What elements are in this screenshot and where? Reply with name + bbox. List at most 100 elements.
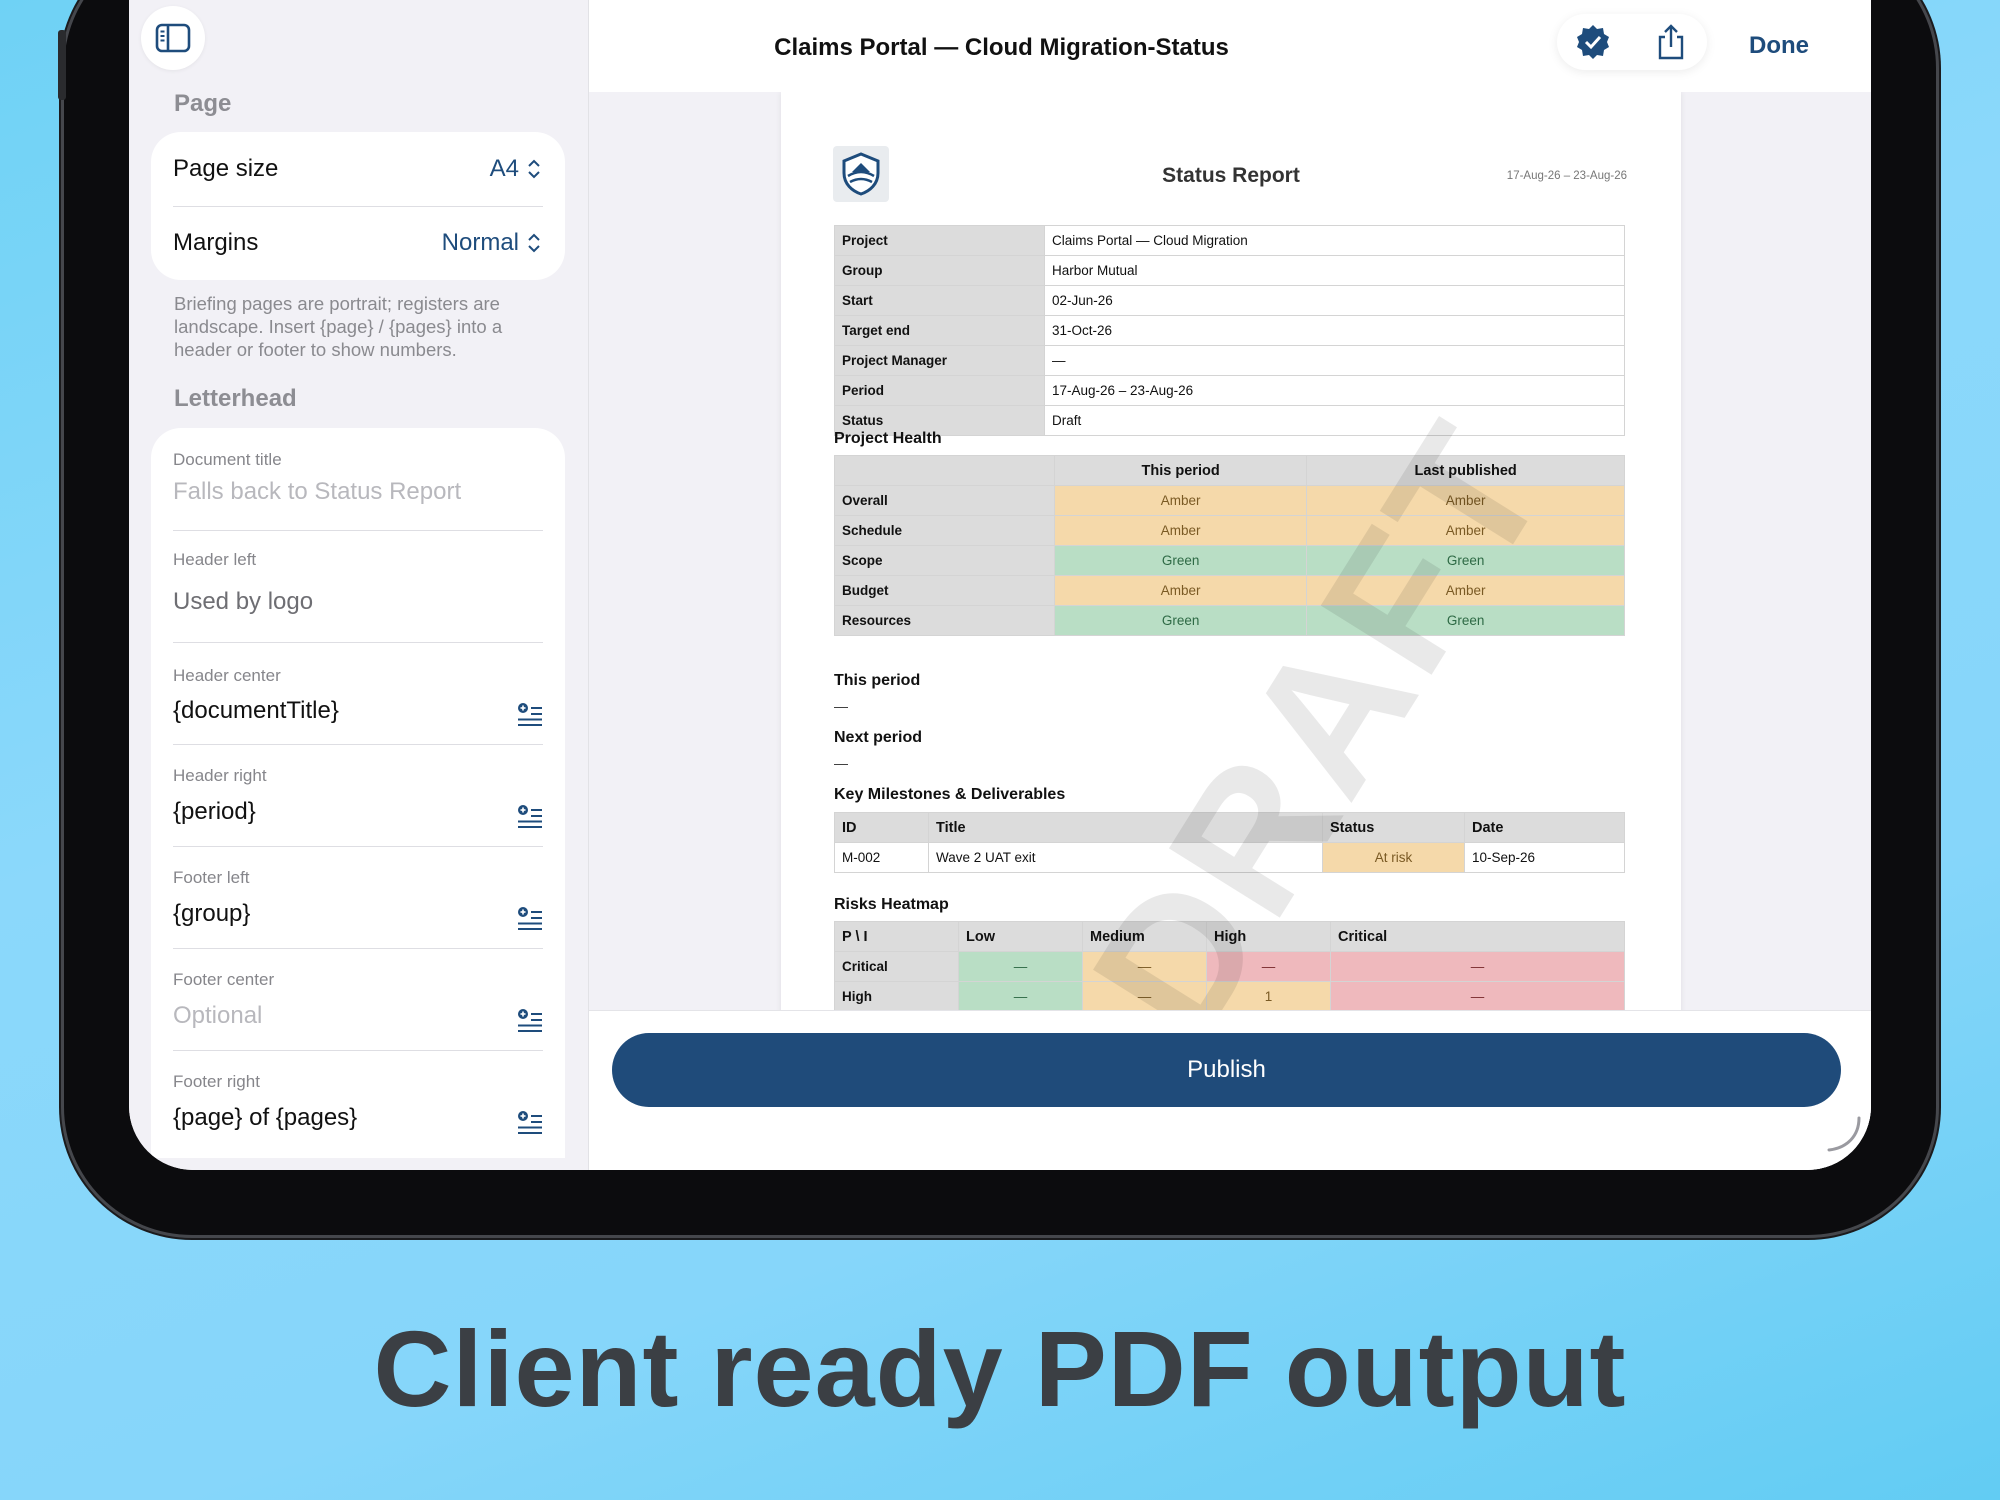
header-center-input[interactable]: {documentTitle} (173, 697, 339, 725)
app-screen: Page Page size A4 Margins Normal Briefin… (129, 0, 1871, 1170)
footer-left-field[interactable]: Footer left {group} (173, 846, 543, 946)
risk-cell: — (1330, 981, 1625, 1010)
next-period-value: — (834, 755, 848, 771)
health-label: Resources (834, 605, 1055, 636)
info-value: Claims Portal — Cloud Migration (1044, 225, 1625, 256)
table-row: Project Manager — (834, 345, 1625, 376)
insert-token-icon[interactable] (517, 804, 543, 828)
info-value: Harbor Mutual (1044, 255, 1625, 286)
publish-button[interactable]: Publish (612, 1033, 1841, 1107)
field-label: Header left (173, 550, 257, 569)
device-side-button (58, 30, 66, 100)
info-label: Group (834, 255, 1045, 286)
field-label: Document title (173, 450, 282, 469)
share-button[interactable] (1651, 22, 1691, 62)
risks-heatmap-title: Risks Heatmap (834, 896, 949, 913)
this-period-value: — (834, 698, 848, 714)
verify-button[interactable] (1573, 22, 1613, 62)
info-label: Target end (834, 315, 1045, 346)
done-button[interactable]: Done (1749, 32, 1809, 60)
footer-right-field[interactable]: Footer right {page} of {pages} (173, 1050, 543, 1150)
info-label: Start (834, 285, 1045, 316)
health-label: Schedule (834, 515, 1055, 546)
page-settings-card: Page size A4 Margins Normal (151, 132, 565, 280)
document-preview[interactable]: Status Report 17-Aug-26 – 23-Aug-26 Proj… (589, 92, 1871, 1010)
insert-token-icon[interactable] (517, 906, 543, 930)
sidebar-toggle-button[interactable] (141, 6, 205, 70)
chevron-up-down-icon (528, 233, 540, 253)
report-period-range: 17-Aug-26 – 23-Aug-26 (1506, 170, 1627, 182)
margins-label: Margins (173, 229, 259, 256)
window-title: Claims Portal — Cloud Migration-Status (774, 34, 1229, 61)
document-title-field[interactable]: Document title Falls back to Status Repo… (173, 428, 543, 530)
page-hint-text: Briefing pages are portrait; registers a… (174, 293, 503, 360)
table-row: Group Harbor Mutual (834, 255, 1625, 286)
chevron-up-down-icon (528, 159, 540, 179)
milestone-date: 10-Sep-26 (1464, 842, 1625, 873)
document-title-input[interactable]: Falls back to Status Report (173, 478, 461, 506)
field-label: Footer left (173, 868, 250, 887)
risk-probability-label: Critical (834, 951, 959, 982)
table-row: Target end 31-Oct-26 (834, 315, 1625, 346)
header-right-input[interactable]: {period} (173, 798, 256, 826)
health-this-period: Amber (1053, 515, 1308, 546)
risk-cell: — (1330, 951, 1625, 982)
insert-token-icon[interactable] (517, 702, 543, 726)
risk-probability-label: High (834, 981, 959, 1010)
health-label: Scope (834, 545, 1055, 576)
health-header-this: This period (1053, 455, 1308, 486)
info-value: 17-Aug-26 – 23-Aug-26 (1044, 375, 1625, 406)
letterhead-card: Document title Falls back to Status Repo… (151, 428, 565, 1158)
margins-value: Normal (441, 229, 519, 256)
info-label: Project Manager (834, 345, 1045, 376)
page-size-value: A4 (489, 155, 519, 182)
info-value: 02-Jun-26 (1044, 285, 1625, 316)
health-label: Budget (834, 575, 1055, 606)
footer-left-input[interactable]: {group} (173, 900, 250, 928)
health-this-period: Green (1053, 545, 1308, 576)
page-size-picker[interactable]: A4 (490, 155, 541, 183)
field-label: Footer center (173, 970, 275, 989)
top-toolbar: Claims Portal — Cloud Migration-Status D… (589, 0, 1871, 92)
health-this-period: Amber (1053, 575, 1308, 606)
settings-sidebar: Page Page size A4 Margins Normal Briefin… (129, 0, 589, 1170)
insert-token-icon[interactable] (517, 1008, 543, 1032)
info-value: 31-Oct-26 (1044, 315, 1625, 346)
verified-badge-icon (1577, 25, 1609, 59)
footer-center-input[interactable]: Optional (173, 1002, 262, 1030)
page-size-label: Page size (173, 155, 279, 182)
preview-pane: Claims Portal — Cloud Migration-Status D… (589, 0, 1871, 1170)
page-size-row[interactable]: Page size A4 (173, 132, 565, 206)
milestone-id: M-002 (834, 842, 929, 873)
margins-picker[interactable]: Normal (442, 229, 541, 257)
header-left-field[interactable]: Header left Used by logo (173, 530, 543, 642)
health-this-period: Amber (1053, 485, 1308, 516)
footer-center-field[interactable]: Footer center Optional (173, 948, 543, 1048)
risk-cell: — (958, 981, 1083, 1010)
page-section-title: Page (174, 90, 232, 117)
project-health-title: Project Health (834, 430, 942, 447)
header-right-field[interactable]: Header right {period} (173, 744, 543, 844)
header-center-field[interactable]: Header center {documentTitle} (173, 642, 543, 742)
margins-row[interactable]: Margins Normal (173, 206, 565, 280)
health-header-blank (834, 455, 1055, 486)
field-label: Header right (173, 766, 267, 785)
insert-token-icon[interactable] (517, 1110, 543, 1134)
resize-handle-icon[interactable] (1825, 1116, 1861, 1152)
table-row: Start 02-Jun-26 (834, 285, 1625, 316)
health-label: Overall (834, 485, 1055, 516)
field-label: Header center (173, 666, 281, 685)
info-value: Draft (1044, 405, 1625, 436)
footer-right-input[interactable]: {page} of {pages} (173, 1104, 357, 1132)
milestones-title: Key Milestones & Deliverables (834, 786, 1066, 803)
info-label: Project (834, 225, 1045, 256)
next-period-title: Next period (834, 729, 923, 746)
toolbar-actions (1557, 14, 1707, 70)
project-info-table: Project Claims Portal — Cloud Migration Gr… (834, 225, 1625, 436)
header-left-value: Used by logo (173, 588, 314, 615)
info-value: — (1044, 345, 1625, 376)
table-row: Status Draft (834, 405, 1625, 436)
milestone-header-date: Date (1464, 812, 1625, 843)
info-label: Period (834, 375, 1045, 406)
marketing-caption: Client ready PDF output (373, 1308, 1627, 1429)
